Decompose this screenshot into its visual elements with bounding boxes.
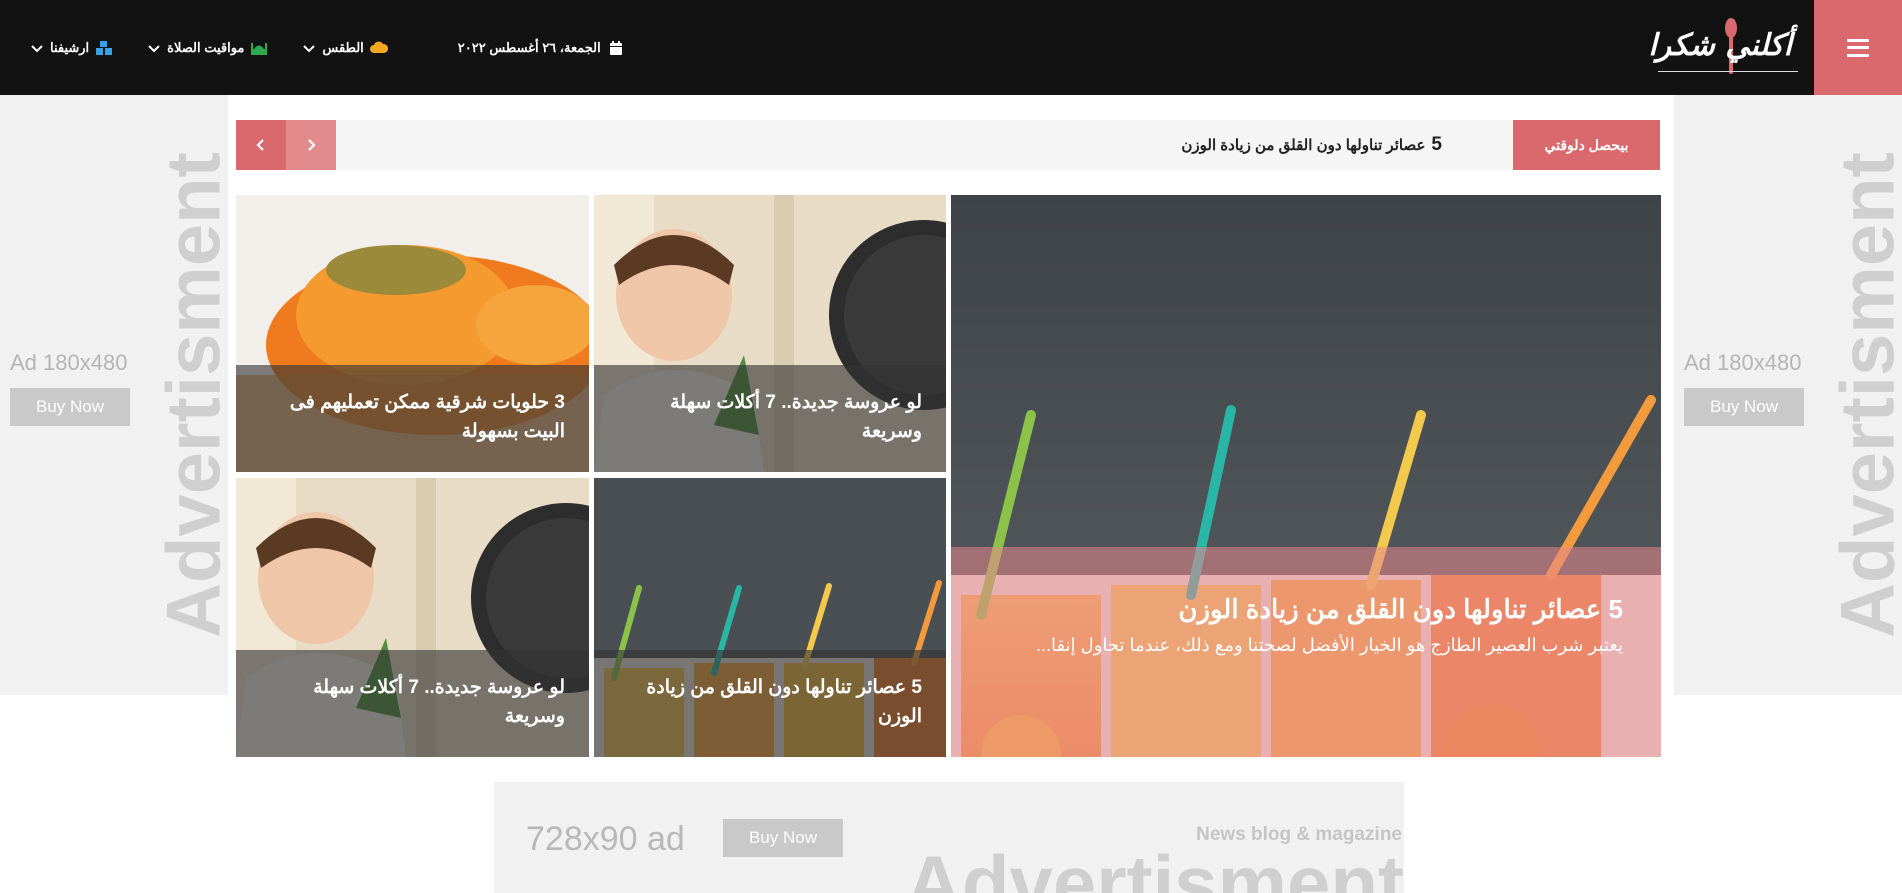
- ad-size-label: Ad 180x480: [10, 350, 128, 375]
- buy-now-button[interactable]: Buy Now: [1684, 388, 1804, 426]
- card-title[interactable]: لو عروسة جديدة.. 7 أكلات سهلة وسريعة: [256, 673, 565, 731]
- chevron-down-icon: [31, 44, 43, 52]
- ad-size-label: Ad 180x480: [1684, 350, 1802, 375]
- cloud-icon: [369, 41, 388, 53]
- side-ad-left[interactable]: Ad 180x480 Buy Now Advertisment: [0, 95, 228, 695]
- site-logo[interactable]: أكلني شكرا: [1648, 14, 1798, 78]
- ticker-headline-number: 5: [1431, 134, 1442, 155]
- top-nav: ارشيفنا مواقيت الصلاة الطقس الجمعة، ٢٦ أ…: [30, 0, 659, 95]
- ad-vertical-word: Advertisment: [152, 95, 229, 695]
- archive-menu[interactable]: ارشيفنا: [30, 40, 113, 56]
- chevron-down-icon: [303, 44, 316, 52]
- featured-title[interactable]: 5 عصائر تناولها دون القلق من زيادة الوزن: [1178, 594, 1623, 625]
- ad-word: Advertisment: [151, 152, 229, 638]
- archive-icon: [96, 40, 113, 55]
- chevron-right-icon: [308, 139, 316, 151]
- ad-vertical-word: Advertisment: [1826, 95, 1902, 695]
- date-label: الجمعة، ٢٦ أغسطس ٢٠٢٢: [457, 39, 601, 55]
- card-title[interactable]: 3 حلويات شرقية ممكن تعمليهم فى البيت بسه…: [256, 388, 565, 446]
- top-bar: أكلني شكرا ارشيفنا مواقيت الصلاة الطقس ا…: [0, 0, 1902, 95]
- ad-word: Advertisment: [1825, 152, 1902, 638]
- article-card[interactable]: لو عروسة جديدة.. 7 أكلات سهلة وسريعة: [236, 478, 589, 757]
- logo-text: أكلني شكرا: [1648, 28, 1793, 63]
- ticker-next-button[interactable]: [286, 120, 336, 170]
- ticker-label: بيحصل دلوقتي: [1513, 120, 1660, 170]
- prayer-times-label: مواقيت الصلاة: [167, 39, 245, 55]
- featured-article[interactable]: 5 عصائر تناولها دون القلق من زيادة الوزن…: [951, 195, 1661, 757]
- mosque-icon: [251, 42, 268, 55]
- featured-excerpt: يعتبر شرب العصير الطازج هو الخيار الأفضل…: [1036, 635, 1623, 655]
- card-title[interactable]: 5 عصائر تناولها دون القلق من زيادة الوزن: [614, 673, 922, 731]
- current-date: الجمعة، ٢٦ أغسطس ٢٠٢٢: [458, 40, 625, 56]
- logo-underline: [1658, 71, 1798, 72]
- article-card[interactable]: 5 عصائر تناولها دون القلق من زيادة الوزن: [594, 478, 946, 757]
- menu-button[interactable]: [1814, 0, 1902, 95]
- ticker-headline[interactable]: 5 عصائر تناولها دون القلق من زيادة الوزن: [1181, 120, 1442, 170]
- article-card[interactable]: لو عروسة جديدة.. 7 أكلات سهلة وسريعة: [594, 195, 946, 472]
- buy-now-button[interactable]: Buy Now: [10, 388, 130, 426]
- ticker-headline-text: عصائر تناولها دون القلق من زيادة الوزن: [1181, 137, 1426, 154]
- card-title[interactable]: لو عروسة جديدة.. 7 أكلات سهلة وسريعة: [614, 388, 922, 446]
- archive-label: ارشيفنا: [50, 39, 90, 55]
- chevron-down-icon: [148, 44, 160, 52]
- news-ticker: 5 عصائر تناولها دون القلق من زيادة الوزن…: [236, 120, 1660, 170]
- bottom-banner-ad[interactable]: 728x90 ad Buy Now News blog & magazine A…: [494, 782, 1404, 893]
- weather-label: الطقس: [322, 39, 364, 55]
- calendar-icon: [609, 40, 622, 55]
- article-card[interactable]: 3 حلويات شرقية ممكن تعمليهم فى البيت بسه…: [236, 195, 589, 472]
- hamburger-icon: [1847, 38, 1869, 57]
- ad-size-label: 728x90 ad: [526, 820, 685, 858]
- chevron-left-icon: [256, 139, 264, 151]
- prayer-times-menu[interactable]: مواقيت الصلاة: [147, 40, 268, 56]
- buy-now-button[interactable]: Buy Now: [723, 819, 843, 857]
- weather-menu[interactable]: الطقس: [302, 39, 388, 56]
- ticker-prev-button[interactable]: [236, 120, 286, 170]
- side-ad-right[interactable]: Ad 180x480 Buy Now Advertisment: [1674, 95, 1902, 695]
- ad-word: Advertisment: [905, 839, 1404, 893]
